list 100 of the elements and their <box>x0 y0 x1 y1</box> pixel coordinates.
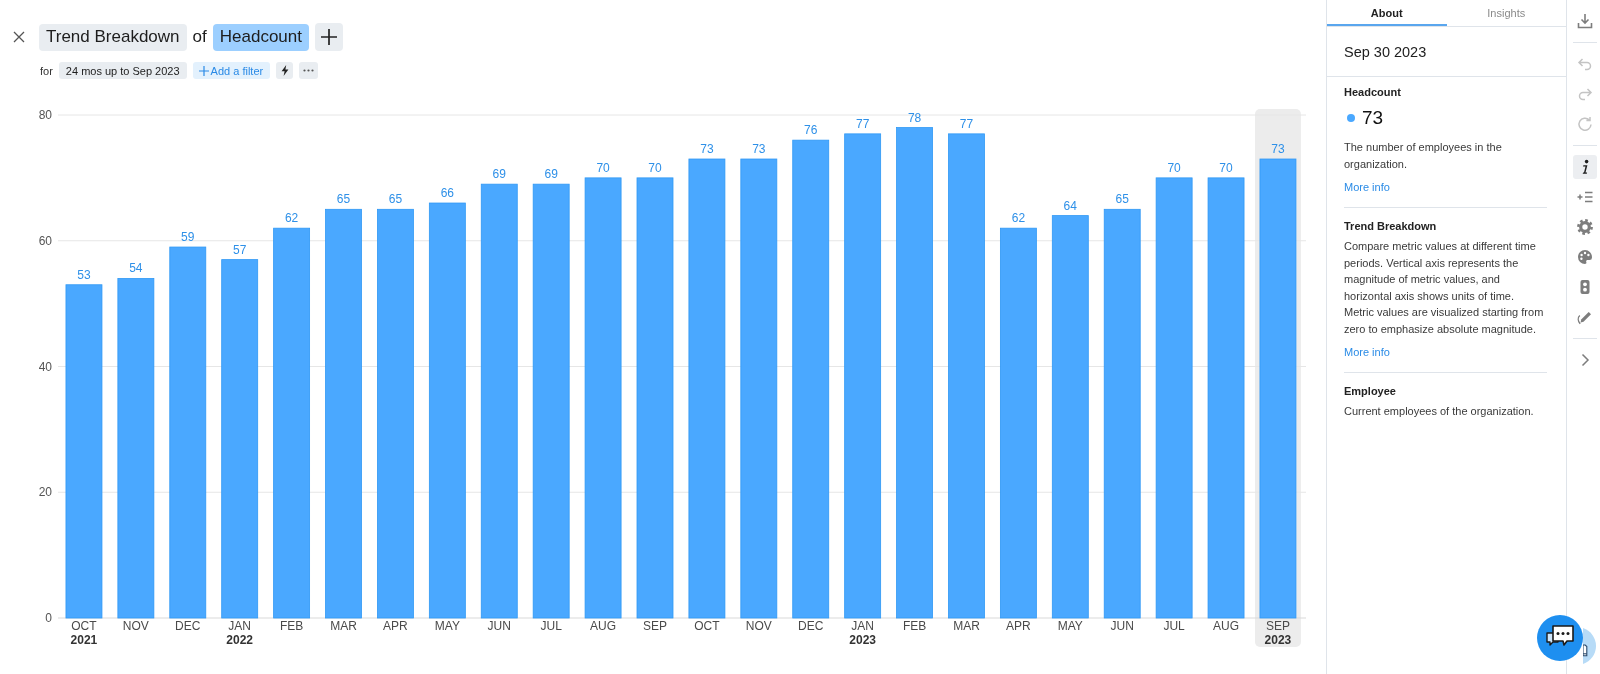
selected-date: Sep 30 2023 <box>1327 27 1566 77</box>
more-info-link[interactable]: More info <box>1344 344 1390 360</box>
chart-bar[interactable] <box>584 177 622 619</box>
x-axis-label: AUG <box>1213 619 1240 633</box>
close-button[interactable] <box>13 31 25 43</box>
for-label: for <box>40 64 53 77</box>
y-axis-label: 0 <box>45 611 52 625</box>
chart-bar[interactable] <box>480 183 518 619</box>
y-axis-label: 80 <box>38 108 52 122</box>
chart-bar[interactable] <box>117 278 155 619</box>
bar-value-label: 54 <box>129 261 143 276</box>
chart-bar[interactable] <box>688 158 726 619</box>
bar-value-label: 57 <box>233 242 247 257</box>
panel-tab[interactable]: About <box>1327 0 1447 26</box>
chart-bar[interactable] <box>532 183 570 619</box>
plus-icon <box>198 65 209 76</box>
x-axis-label: AUG <box>590 619 617 633</box>
x-axis-label: MAY <box>1057 619 1083 633</box>
chart-bar[interactable] <box>1103 208 1141 619</box>
x-axis-label: NOV <box>745 619 772 633</box>
legend-dot-icon <box>1347 114 1355 122</box>
chart-bar[interactable] <box>221 259 259 619</box>
redo-icon <box>1577 86 1593 102</box>
chart-bar[interactable] <box>844 133 882 619</box>
x-axis-label: JUN <box>487 619 511 633</box>
x-axis-label: APR <box>383 619 408 633</box>
chart-bar[interactable] <box>428 202 466 619</box>
more-icon <box>303 69 315 72</box>
chart-bar[interactable] <box>169 246 207 619</box>
x-axis-label: OCT 2021 <box>70 619 98 647</box>
bar-value-label: 73 <box>1271 142 1285 156</box>
chat-button[interactable] <box>1537 615 1583 661</box>
x-axis-label: JUN <box>1110 619 1134 633</box>
download-icon <box>1577 13 1593 29</box>
settings-icon <box>1577 219 1593 235</box>
x-axis-label: SEP 2023 <box>1264 619 1292 647</box>
more-button[interactable] <box>299 62 319 79</box>
bar-value-label: 64 <box>1063 198 1077 213</box>
y-axis-label: 20 <box>38 485 52 500</box>
bar-value-label: 70 <box>1167 160 1181 175</box>
add-metric-button[interactable] <box>315 23 343 51</box>
x-axis-label: DEC <box>798 619 824 633</box>
chart-bar[interactable] <box>1051 215 1089 619</box>
x-axis-label: FEB <box>902 619 927 633</box>
add-list-icon <box>1577 189 1593 205</box>
chart-bar[interactable] <box>1207 177 1245 619</box>
bar-value-label: 66 <box>440 186 455 200</box>
info-button[interactable] <box>1573 155 1597 179</box>
x-axis-label: DEC <box>175 619 201 633</box>
chart-bar[interactable] <box>636 177 674 619</box>
lightning-button[interactable] <box>276 62 294 79</box>
book-icon <box>1583 644 1588 657</box>
chart-bar[interactable] <box>740 158 778 619</box>
refresh-icon <box>1577 116 1593 132</box>
section-title: Employee <box>1344 384 1397 399</box>
x-axis-label: JAN 2022 <box>226 619 254 647</box>
section-description: Current employees of the organization. <box>1344 404 1535 419</box>
chart-bar[interactable] <box>1155 177 1193 619</box>
bar-value-label: 76 <box>804 123 818 138</box>
bar-value-label: 65 <box>388 192 403 207</box>
x-axis-label: JUL <box>1163 619 1185 633</box>
more-info-link[interactable]: More info <box>1344 179 1390 195</box>
bar-value-label: 70 <box>648 160 662 175</box>
section-description: The number of employees in the organization. <box>1344 140 1503 172</box>
bar-value-label: 62 <box>284 211 299 226</box>
bar-value-label: 77 <box>959 116 974 131</box>
help-button[interactable] <box>1583 626 1596 666</box>
chart-bar[interactable] <box>792 139 830 619</box>
x-axis-label: JUL <box>540 619 562 633</box>
metric-chip[interactable]: Headcount <box>212 23 309 51</box>
metric-value: 73 <box>1362 107 1384 129</box>
bar-value-label: 62 <box>1011 211 1026 226</box>
period-chip[interactable]: 24 mos up to Sep 2023 <box>58 62 187 79</box>
bar-value-label: 59 <box>181 230 195 245</box>
bar-value-label: 69 <box>492 167 506 182</box>
palette-icon <box>1577 249 1593 265</box>
x-axis-label: APR <box>1006 619 1031 633</box>
close-icon <box>13 31 25 43</box>
section-description: Compare metric values at different time periods. Vertical axis represents the magnitude of metric values, and horizontal axis shows units of time. Metric values are visualized starting from zero to emphasize absolute magnitude. <box>1344 239 1545 337</box>
bar-value-label: 73 <box>752 142 766 156</box>
plus-icon <box>320 28 338 46</box>
bar-value-label: 70 <box>596 160 610 175</box>
x-axis-label: MAR <box>953 619 980 633</box>
chart-bar[interactable] <box>65 284 103 619</box>
bar-value-label: 65 <box>1115 192 1129 207</box>
x-axis-label: SEP <box>643 619 667 633</box>
analysis-chip[interactable]: Trend Breakdown <box>39 23 187 51</box>
connector-text: of <box>192 27 207 47</box>
y-axis-label: 40 <box>38 359 52 374</box>
x-axis-label: MAR <box>330 619 357 633</box>
bar-value-label: 65 <box>336 192 351 207</box>
panel-tab[interactable]: Insights <box>1446 0 1566 26</box>
pencil-icon <box>1577 309 1593 325</box>
bar-value-label: 73 <box>700 142 714 156</box>
chart-bar[interactable] <box>1259 158 1297 619</box>
x-axis-label: NOV <box>122 619 149 633</box>
x-axis-label: OCT <box>694 619 720 633</box>
x-axis-label: MAY <box>434 619 460 633</box>
x-axis-label: JAN 2023 <box>849 619 876 647</box>
lightning-icon <box>280 65 289 76</box>
